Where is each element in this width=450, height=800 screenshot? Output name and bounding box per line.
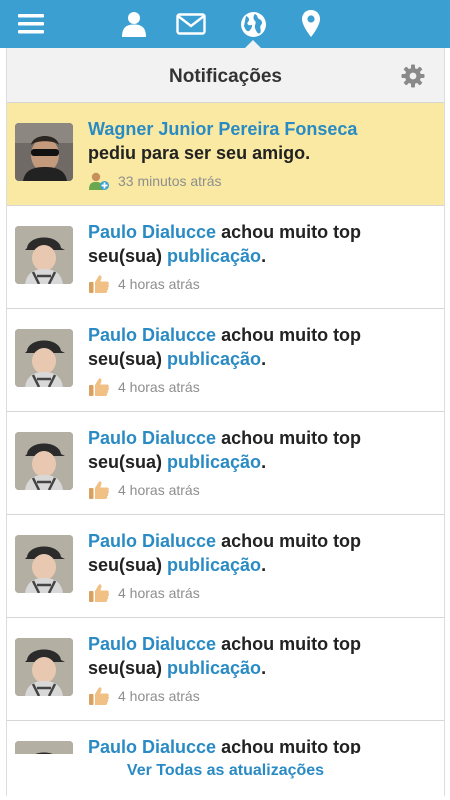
settings-button[interactable] [401,64,425,93]
notification-user-name[interactable]: Paulo Dialucce [88,222,216,242]
add-friend-icon [89,172,109,190]
notification-text: Paulo Dialucce achou muito top seu(sua) … [88,529,438,577]
footer: Ver Todas as atualizações [7,754,444,796]
notification-meta: 4 horas atrás [88,480,200,500]
map-pin-icon [302,10,320,37]
notification-punctuation: . [261,658,267,678]
notification-time: 4 horas atrás [118,688,200,704]
see-all-updates-link[interactable]: Ver Todas as atualizações [7,762,444,780]
notification-time: 4 horas atrás [118,585,200,601]
notification-post-link[interactable]: publicação [167,349,261,369]
notification-text: Paulo Dialucce achou muito top seu(sua) … [88,220,438,268]
notification-item[interactable]: Wagner Junior Pereira Fonseca pediu para… [7,102,444,205]
thumbs-up-icon [89,481,109,499]
notification-text: Paulo Dialucce achou muito top seu(sua) … [88,632,438,680]
avatar[interactable] [15,432,73,490]
notification-post-link[interactable]: publicação [167,246,261,266]
panel-header: Notificações [7,48,444,102]
thumbs-up-icon [89,378,109,396]
user-icon [122,12,146,37]
notification-text: Paulo Dialucce achou muito top seu(sua) … [88,323,438,371]
notification-user-name[interactable]: Paulo Dialucce [88,428,216,448]
notifications-panel: Notificações Wagner Junior Pereira Fonse… [6,48,445,796]
notification-user-name[interactable]: Paulo Dialucce [88,325,216,345]
notification-text: Wagner Junior Pereira Fonseca pediu para… [88,117,438,165]
thumbs-up-icon [89,584,109,602]
notification-meta: 4 horas atrás [88,274,200,294]
thumbs-up-icon [89,275,109,293]
notification-user-name[interactable]: Wagner Junior Pereira Fonseca [88,119,357,139]
notification-item[interactable]: Paulo Dialucce achou muito top seu(sua) … [7,617,444,720]
notification-punctuation: . [261,246,267,266]
avatar[interactable] [15,329,73,387]
mail-icon [176,13,206,35]
avatar[interactable] [15,638,73,696]
nav-profile[interactable] [106,0,162,48]
top-nav-bar [0,0,450,49]
notification-post-link[interactable]: publicação [167,658,261,678]
avatar[interactable] [15,226,73,284]
notification-punctuation: . [261,452,267,472]
avatar[interactable] [15,535,73,593]
notification-time: 33 minutos atrás [118,173,222,189]
notification-post-link[interactable]: publicação [167,452,261,472]
avatar[interactable] [15,123,73,181]
notification-list: Wagner Junior Pereira Fonseca pediu para… [7,102,444,796]
notification-meta: 33 minutos atrás [88,171,222,191]
notification-item[interactable]: Paulo Dialucce achou muito top seu(sua) … [7,514,444,617]
menu-icon [18,14,44,34]
notification-time: 4 horas atrás [118,482,200,498]
nav-location[interactable] [283,0,339,48]
notification-user-name[interactable]: Paulo Dialucce [88,531,216,551]
globe-icon [240,11,266,37]
notification-meta: 4 horas atrás [88,686,200,706]
notification-action: pediu para ser seu amigo. [88,143,311,163]
notification-time: 4 horas atrás [118,276,200,292]
notification-user-name[interactable]: Paulo Dialucce [88,634,216,654]
notification-punctuation: . [261,349,267,369]
notification-time: 4 horas atrás [118,379,200,395]
notification-item[interactable]: Paulo Dialucce achou muito top seu(sua) … [7,411,444,514]
gear-icon [401,64,425,88]
notification-item[interactable]: Paulo Dialucce achou muito top seu(sua) … [7,205,444,308]
nav-messages[interactable] [163,0,219,48]
notification-item[interactable]: Paulo Dialucce achou muito top seu(sua) … [7,308,444,411]
notification-punctuation: . [261,555,267,575]
menu-button[interactable] [3,0,59,48]
notification-meta: 4 horas atrás [88,377,200,397]
notification-post-link[interactable]: publicação [167,555,261,575]
notification-text: Paulo Dialucce achou muito top seu(sua) … [88,426,438,474]
page-title: Notificações [169,66,282,87]
notification-meta: 4 horas atrás [88,583,200,603]
thumbs-up-icon [89,687,109,705]
